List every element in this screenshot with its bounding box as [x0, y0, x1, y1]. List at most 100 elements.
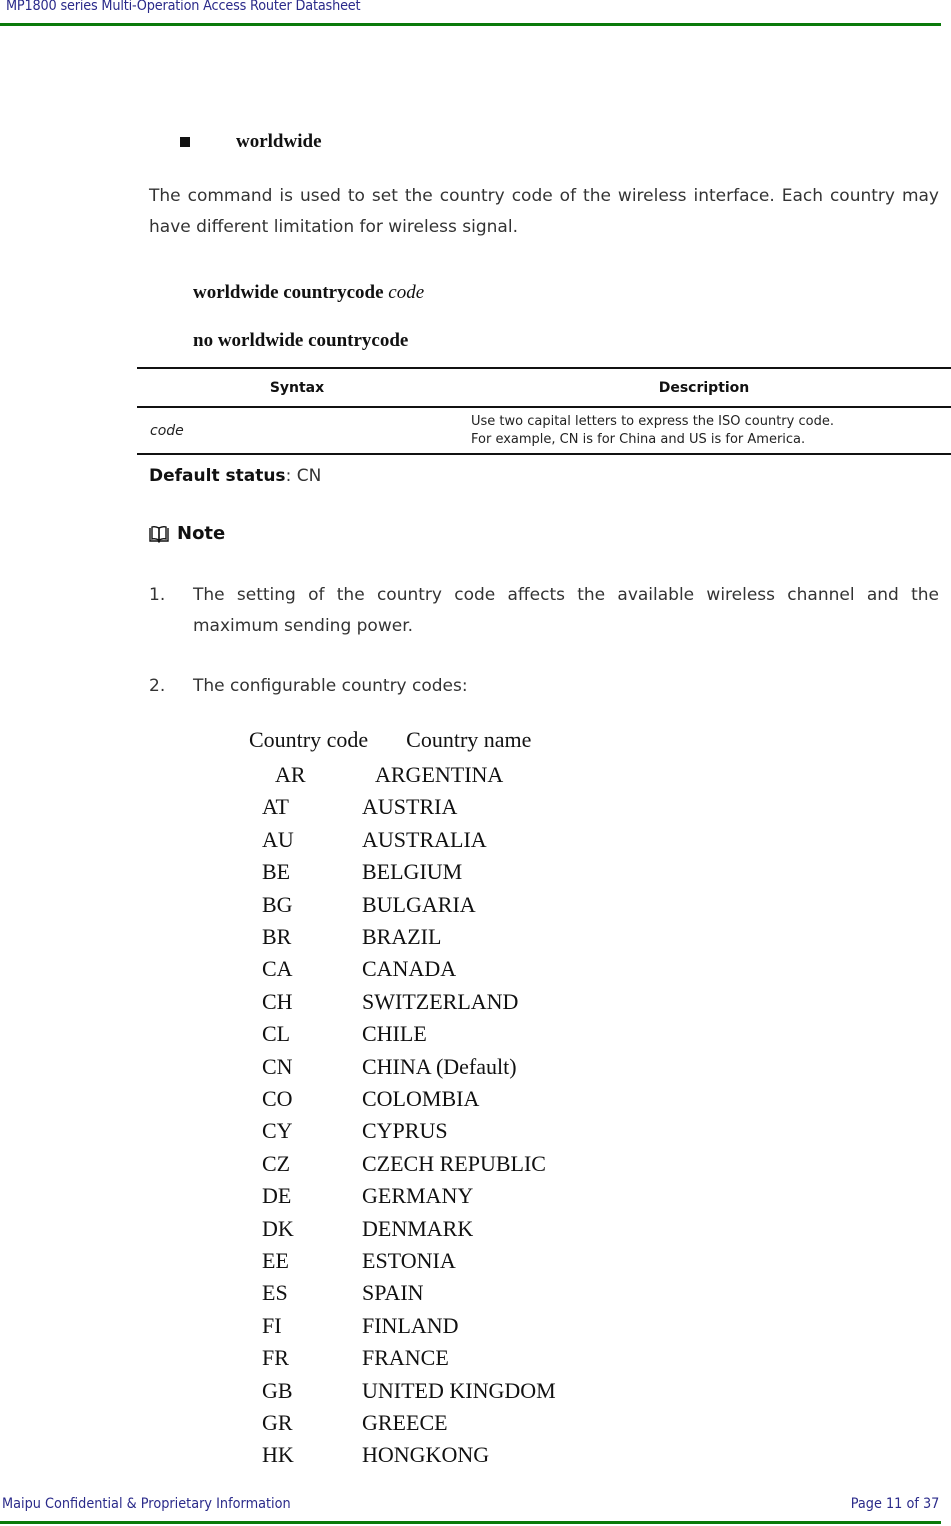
country-list-item: CN CHINA (Default)	[262, 1051, 517, 1083]
country-name: AUSTRIA	[362, 794, 458, 820]
country-list-item: DK DENMARK	[262, 1213, 473, 1245]
country-list-item: ES SPAIN	[262, 1277, 424, 1309]
country-code: FR	[262, 1345, 289, 1371]
document-header-title: MP1800 series Multi-Operation Access Rou…	[6, 0, 361, 14]
country-code: AU	[262, 826, 294, 852]
country-name: UNITED KINGDOM	[362, 1377, 556, 1403]
country-code: CZ	[262, 1150, 291, 1176]
country-code: EE	[262, 1248, 289, 1273]
country-list-item: CY CYPRUS	[262, 1115, 448, 1147]
footer-page-number: Page 11 of 37	[850, 1496, 939, 1512]
default-status-value: : CN	[285, 466, 322, 486]
country-code-list-header: Country code Country name	[249, 727, 531, 753]
country-name: SPAIN	[362, 1280, 424, 1306]
country-name: CYPRUS	[362, 1118, 448, 1144]
country-code: ES	[262, 1280, 288, 1306]
country-name: GERMANY	[362, 1183, 474, 1209]
country-list-item: BR BRAZIL	[262, 921, 441, 953]
country-name: CHILE	[362, 1021, 427, 1047]
table-row: code Use two capital letters to express …	[137, 407, 951, 455]
note-title-text: Note	[177, 523, 226, 544]
country-code: CY	[262, 1118, 293, 1144]
description-line: For example, CN is for China and US is f…	[471, 431, 806, 447]
country-list-item: CH SWITZERLAND	[262, 986, 518, 1018]
country-list-item: GB UNITED KINGDOM	[262, 1375, 556, 1407]
command-keyword: no worldwide countrycode	[193, 330, 409, 351]
country-list-item: BG BULGARIA	[262, 889, 476, 921]
country-name: FRANCE	[362, 1345, 449, 1371]
country-list-item: AR ARGENTINA	[275, 759, 503, 791]
country-code: DK	[262, 1215, 294, 1241]
command-argument: code	[388, 282, 425, 303]
country-code: AT	[262, 794, 289, 820]
section-heading: worldwide	[180, 131, 322, 153]
country-code: CN	[262, 1053, 293, 1079]
list-text: The setting of the country code affects …	[193, 585, 939, 636]
no-command-syntax-line: no worldwide countrycode	[193, 330, 408, 352]
country-name: COLOMBIA	[362, 1086, 480, 1111]
country-code: BE	[262, 859, 291, 885]
country-code: DE	[262, 1183, 292, 1209]
country-name-header: Country name	[406, 727, 532, 752]
country-list-item: HK HONGKONG	[262, 1439, 489, 1471]
country-code: GB	[262, 1377, 293, 1403]
country-list-item: GR GREECE	[262, 1407, 448, 1439]
country-list-item: AU AUSTRALIA	[262, 824, 487, 856]
syntax-cell: code	[137, 407, 457, 455]
country-code: FI	[262, 1312, 282, 1338]
command-syntax-line: worldwide countrycode code	[193, 282, 424, 304]
country-code: CO	[262, 1086, 293, 1111]
country-code: GR	[262, 1410, 293, 1435]
country-name: SWITZERLAND	[362, 988, 519, 1014]
syntax-table-header-row: Syntax Description	[137, 367, 951, 408]
country-list-item: CL CHILE	[262, 1018, 427, 1050]
syntax-table: Syntax Description code Use two capital …	[137, 367, 951, 455]
country-name: AUSTRALIA	[362, 826, 487, 852]
list-text: The configurable country codes:	[193, 676, 468, 696]
description-column-header: Description	[457, 367, 951, 408]
country-name: ARGENTINA	[375, 762, 504, 787]
default-status: Default status: CN	[149, 466, 321, 486]
country-code: CL	[262, 1021, 291, 1047]
country-name: CZECH REPUBLIC	[362, 1150, 546, 1176]
country-list-item: CZ CZECH REPUBLIC	[262, 1148, 546, 1180]
footer-confidential-notice: Maipu Confidential & Proprietary Informa…	[2, 1496, 291, 1512]
country-list-item: DE GERMANY	[262, 1180, 473, 1212]
country-code-header: Country code	[249, 727, 369, 752]
country-name: BELGIUM	[362, 859, 463, 885]
country-name: GREECE	[362, 1410, 448, 1435]
syntax-column-header: Syntax	[137, 367, 457, 408]
note-heading: Note	[149, 523, 225, 544]
country-code: HK	[262, 1442, 294, 1468]
note-list-item: 1. The setting of the country code affec…	[149, 580, 939, 642]
country-list-item: EE ESTONIA	[262, 1245, 456, 1277]
default-status-label: Default status	[149, 466, 286, 486]
footer-divider	[0, 1521, 941, 1524]
section-heading-text: worldwide	[236, 131, 322, 152]
country-name: FINLAND	[362, 1312, 459, 1338]
country-name: HONGKONG	[362, 1442, 490, 1468]
list-number: 1.	[149, 585, 166, 605]
intro-paragraph: The command is used to set the country c…	[149, 186, 939, 237]
country-code: BG	[262, 891, 293, 917]
country-name: CANADA	[362, 956, 457, 982]
country-code: BR	[262, 924, 292, 949]
country-name: DENMARK	[362, 1215, 474, 1241]
country-list-item: FR FRANCE	[262, 1342, 449, 1374]
country-name: ESTONIA	[362, 1248, 456, 1273]
note-list-item: 2. The configurable country codes:	[149, 671, 939, 702]
list-number: 2.	[149, 676, 166, 696]
header-divider	[0, 23, 941, 26]
country-name: BRAZIL	[362, 924, 442, 949]
country-name: BULGARIA	[362, 891, 476, 917]
country-code: CH	[262, 988, 293, 1014]
country-list-item: CO COLOMBIA	[262, 1083, 479, 1115]
country-code: CA	[262, 956, 293, 982]
country-list-item: AT AUSTRIA	[262, 791, 457, 823]
command-keyword: worldwide countrycode	[193, 282, 384, 303]
book-icon	[149, 525, 169, 543]
country-list-item: CA CANADA	[262, 953, 456, 985]
country-list-item: BE BELGIUM	[262, 856, 462, 888]
square-bullet-icon	[180, 137, 190, 147]
country-list-item: FI FINLAND	[262, 1310, 459, 1342]
